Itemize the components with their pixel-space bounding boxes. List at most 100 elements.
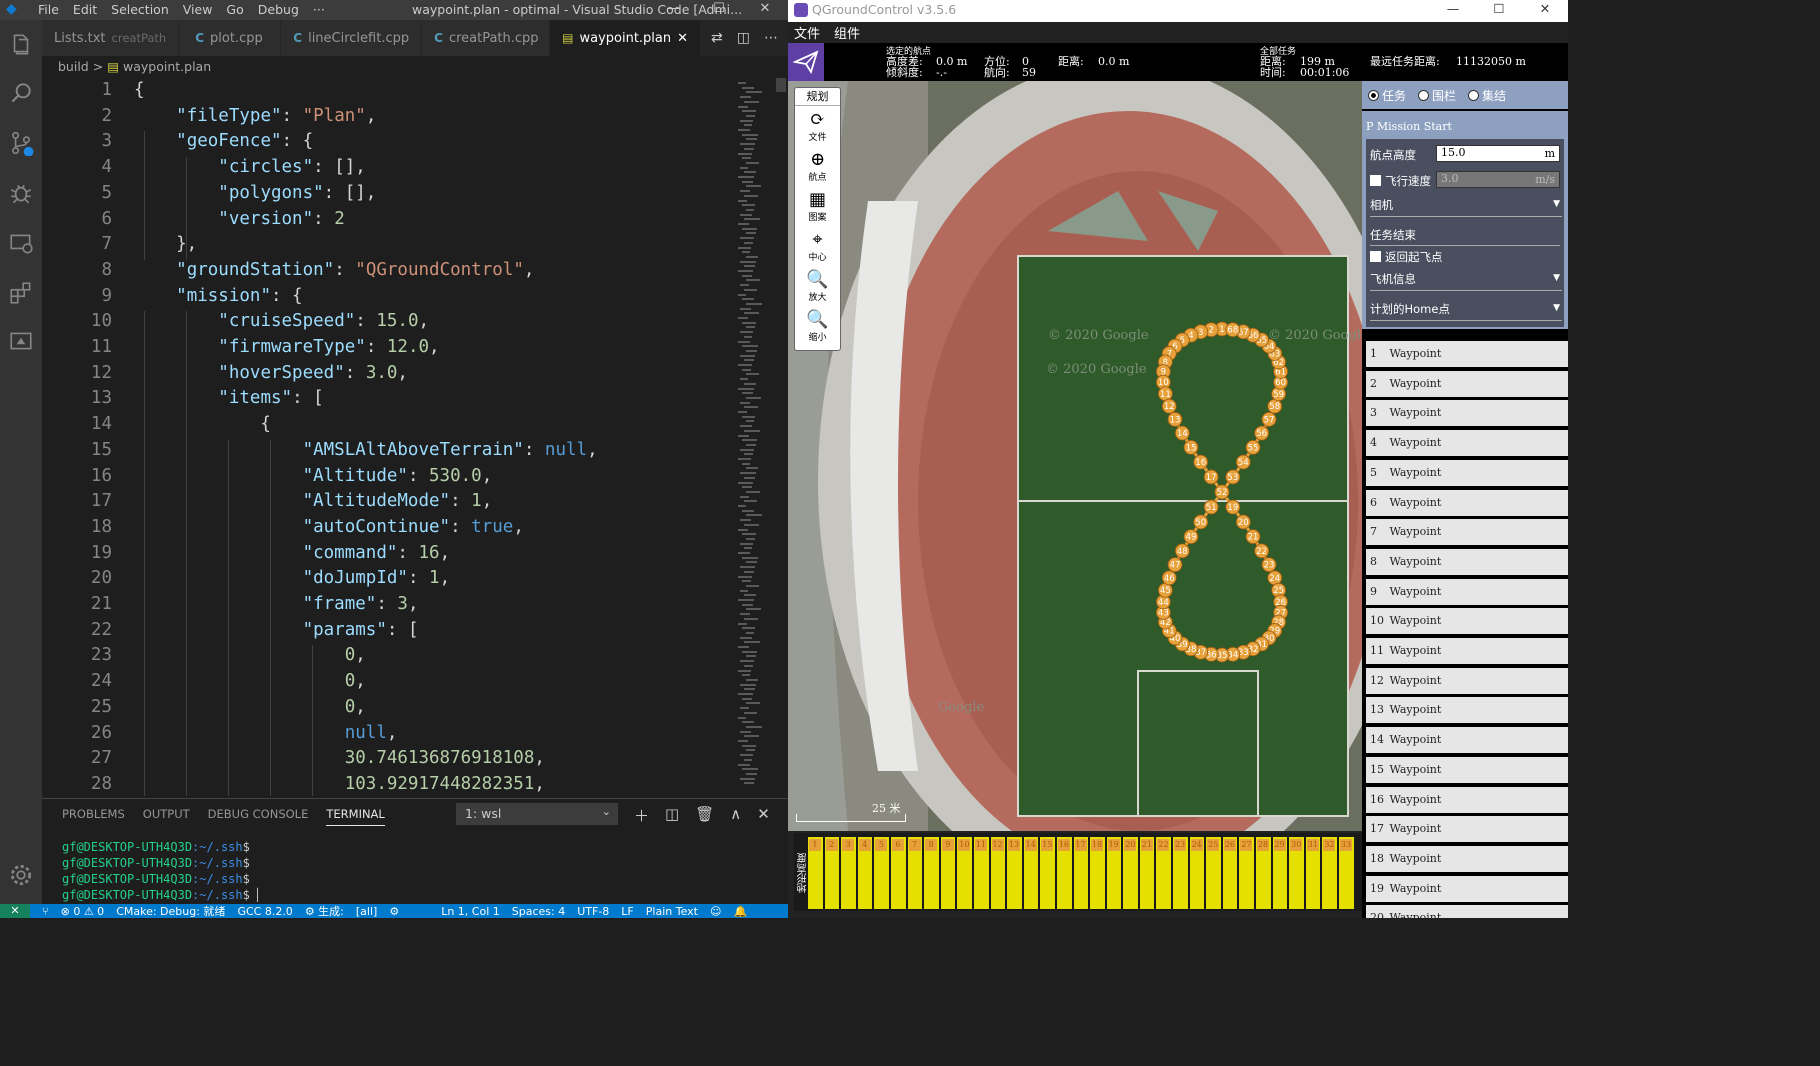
remote-explorer-icon[interactable] xyxy=(8,230,34,256)
altitude-bar[interactable]: 29 xyxy=(1272,837,1288,909)
waypoint-marker[interactable]: 50 xyxy=(1193,514,1209,530)
tab-problems[interactable]: PROBLEMS xyxy=(62,807,125,826)
waypoint-marker[interactable]: 23 xyxy=(1261,557,1277,573)
code-editor[interactable]: 1{2 "fileType": "Plan", 3 "geoFence": {4 … xyxy=(42,78,788,796)
waypoint-marker[interactable]: 24 xyxy=(1267,570,1283,586)
waypoint-marker[interactable]: 57 xyxy=(1261,411,1277,427)
scrollbar-thumb[interactable] xyxy=(776,78,786,92)
waypoint-list-item[interactable]: 4 Waypoint xyxy=(1366,430,1568,457)
waypoint-list-item[interactable]: 5 Waypoint xyxy=(1366,459,1568,486)
cmake-icon[interactable] xyxy=(8,328,34,354)
waypoint-marker[interactable]: 12 xyxy=(1161,398,1177,414)
flight-speed-row[interactable]: 飞行速度 xyxy=(1370,173,1431,189)
maximize-icon[interactable]: ☐ xyxy=(1476,0,1522,18)
waypoint-marker[interactable]: 16 xyxy=(1193,454,1209,470)
altitude-bar[interactable]: 23 xyxy=(1173,837,1188,909)
altitude-bar[interactable]: 9 xyxy=(940,837,956,909)
waypoint-list-item[interactable]: 6 Waypoint xyxy=(1366,489,1568,516)
menu-widgets[interactable]: 组件 xyxy=(834,23,860,42)
status-problems[interactable]: ⊗ 0 ⚠ 0 xyxy=(61,905,105,918)
altitude-bar[interactable]: 15 xyxy=(1040,837,1055,909)
altitude-bar[interactable]: 26 xyxy=(1222,837,1238,909)
satellite-map[interactable]: © 2020 Google © 2020 Google © 2020 Googl… xyxy=(788,81,1362,831)
waypoint-list-item[interactable]: 14 Waypoint xyxy=(1366,727,1568,754)
split-terminal-icon[interactable]: ◫ xyxy=(665,805,679,826)
planned-home-dropdown[interactable]: 计划的Home点 ▼ xyxy=(1370,301,1562,321)
waypoint-marker[interactable]: 52 xyxy=(1214,484,1230,500)
waypoint-list-item[interactable]: 17 Waypoint xyxy=(1366,816,1568,843)
debug-icon[interactable] xyxy=(8,180,34,206)
branch-icon[interactable]: ⑂ xyxy=(42,905,49,918)
altitude-bar[interactable]: 33 xyxy=(1339,837,1354,909)
waypoint-marker[interactable]: 14 xyxy=(1174,425,1190,441)
waypoint-marker[interactable]: 20 xyxy=(1235,514,1251,530)
waypoint-marker[interactable]: 49 xyxy=(1183,529,1199,545)
waypoint-list-item[interactable]: 9 Waypoint xyxy=(1366,578,1568,605)
menu-selection[interactable]: Selection xyxy=(111,2,169,17)
waypoint-marker[interactable]: 22 xyxy=(1254,543,1270,559)
altitude-bar[interactable]: 4 xyxy=(857,837,873,909)
altitude-bar[interactable]: 21 xyxy=(1139,837,1155,909)
rtl-row[interactable]: 返回起飞点 xyxy=(1370,249,1443,265)
maximize-icon[interactable]: ☐ xyxy=(696,0,742,20)
altitude-bars[interactable]: 1 2 3 4 5 6 7 8 9 10 11 12 13 14 15 16 17 18 19 20 21 22 23 24 2… xyxy=(808,837,1360,909)
zoom-out-tool-button[interactable]: 🔍 缩小 xyxy=(795,306,840,346)
altitude-bar[interactable]: 12 xyxy=(990,837,1006,909)
waypoint-marker[interactable]: 53 xyxy=(1225,469,1241,485)
altitude-bar[interactable]: 11 xyxy=(973,837,989,909)
altitude-bar[interactable]: 20 xyxy=(1123,837,1138,909)
tab-plot-cpp[interactable]: Cplot.cpp xyxy=(179,20,282,56)
wp-altitude-input[interactable]: 15.0 m xyxy=(1436,145,1560,162)
minimize-icon[interactable]: — xyxy=(1430,0,1476,18)
tab-terminal[interactable]: TERMINAL xyxy=(326,807,385,826)
tab-close-icon[interactable]: ✕ xyxy=(677,31,688,46)
altitude-bar[interactable]: 3 xyxy=(841,837,856,909)
search-icon[interactable] xyxy=(8,80,34,106)
mode-fence[interactable]: 围栏 xyxy=(1418,87,1456,104)
status-target[interactable]: [all] xyxy=(356,905,377,918)
waypoint-marker[interactable]: 21 xyxy=(1245,529,1261,545)
altitude-bar[interactable]: 22 xyxy=(1156,837,1172,909)
breadcrumb-file[interactable]: waypoint.plan xyxy=(123,59,211,74)
waypoint-tool-button[interactable]: ⊕ 航点 xyxy=(795,146,840,186)
waypoint-marker[interactable]: 15 xyxy=(1183,439,1199,455)
close-icon[interactable]: ✕ xyxy=(742,0,788,20)
status-language[interactable]: Plain Text xyxy=(646,905,698,918)
waypoint-list-item[interactable]: 8 Waypoint xyxy=(1366,548,1568,575)
waypoint-list-item[interactable]: 18 Waypoint xyxy=(1366,845,1568,872)
camera-dropdown[interactable]: 相机 ▼ xyxy=(1370,197,1562,217)
status-cmake[interactable]: CMake: Debug: 就绪 xyxy=(116,904,225,918)
altitude-bar[interactable]: 8 xyxy=(924,837,939,909)
altitude-bar[interactable]: 24 xyxy=(1189,837,1205,909)
vehicle-info-dropdown[interactable]: 飞机信息 ▼ xyxy=(1370,271,1562,291)
status-encoding[interactable]: UTF-8 xyxy=(577,905,609,918)
menu-debug[interactable]: Debug xyxy=(258,2,299,17)
altitude-bar[interactable]: 30 xyxy=(1289,837,1304,909)
status-cursor[interactable]: Ln 1, Col 1 xyxy=(441,905,500,918)
waypoint-marker[interactable]: 19 xyxy=(1225,499,1241,515)
flight-speed-input[interactable]: 3.0 m/s xyxy=(1436,171,1560,188)
waypoint-list-item[interactable]: 13 Waypoint xyxy=(1366,697,1568,724)
altitude-bar[interactable]: 6 xyxy=(890,837,906,909)
center-tool-button[interactable]: ⌖ 中心 xyxy=(795,226,840,266)
tab-lists-txt[interactable]: Lists.txt creatPath xyxy=(42,20,180,56)
waypoint-list-item[interactable]: 19 Waypoint xyxy=(1366,875,1568,902)
altitude-bar[interactable]: 14 xyxy=(1023,837,1039,909)
waypoint-marker[interactable]: 47 xyxy=(1167,557,1183,573)
waypoint-marker[interactable]: 11 xyxy=(1157,386,1173,402)
altitude-bar[interactable]: 17 xyxy=(1073,837,1089,909)
waypoint-list-item[interactable]: 15 Waypoint xyxy=(1366,756,1568,783)
waypoint-list-item[interactable]: 16 Waypoint xyxy=(1366,786,1568,813)
more-actions-icon[interactable]: ⋯ xyxy=(764,30,778,46)
status-eol[interactable]: LF xyxy=(621,905,633,918)
waypoint-marker[interactable]: 48 xyxy=(1174,543,1190,559)
waypoint-marker[interactable]: 45 xyxy=(1157,582,1173,598)
status-debug-icon[interactable]: ⚙ xyxy=(389,905,399,918)
trash-icon[interactable]: 🗑 xyxy=(695,805,714,826)
tab-creatpath-cpp[interactable]: CcreatPath.cpp xyxy=(422,20,551,56)
tab-linecirclefit-cpp[interactable]: ClineCirclefit.cpp xyxy=(281,20,423,56)
waypoint-list-item[interactable]: 12 Waypoint xyxy=(1366,667,1568,694)
settings-gear-icon[interactable] xyxy=(8,862,34,888)
editor-scrollbar[interactable] xyxy=(776,78,786,796)
altitude-bar[interactable]: 5 xyxy=(874,837,889,909)
